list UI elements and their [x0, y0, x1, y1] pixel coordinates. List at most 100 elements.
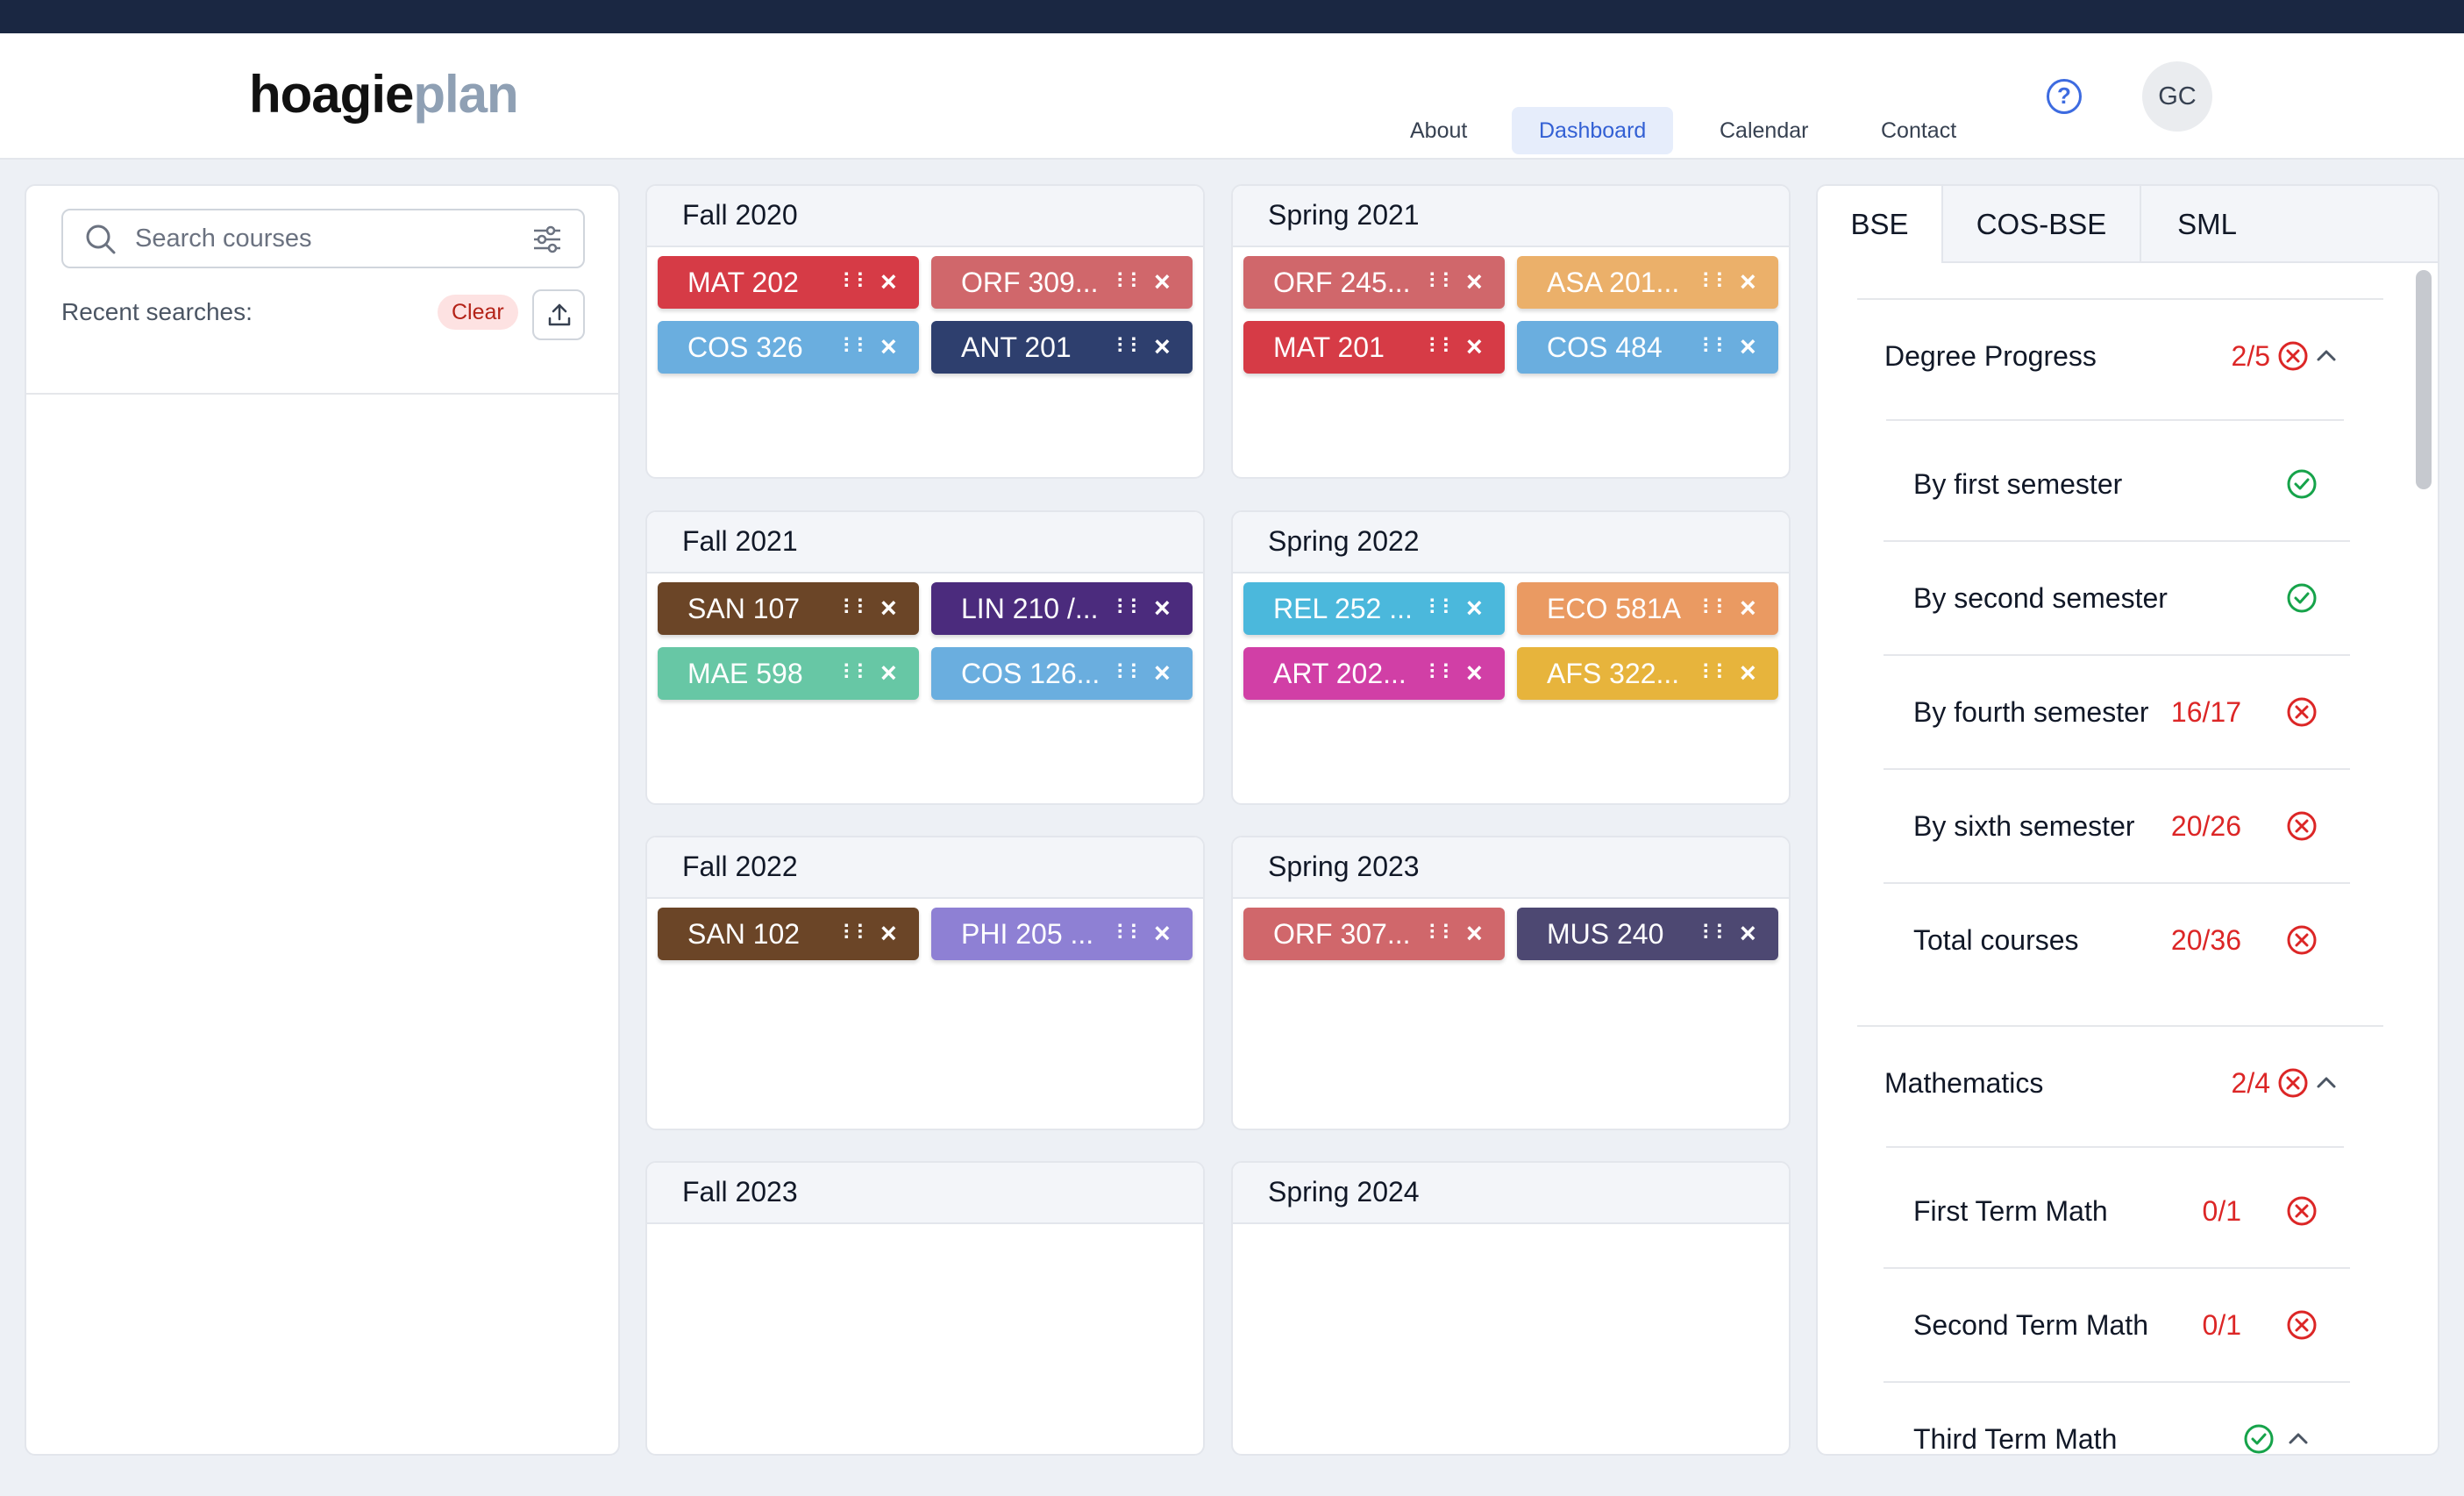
course-chip[interactable]: ART 202... ⠇⠇ ×	[1243, 647, 1505, 700]
remove-course-icon[interactable]: ×	[880, 582, 897, 633]
filter-settings-icon[interactable]	[531, 224, 563, 255]
course-chip[interactable]: COS 326 ⠇⠇ ×	[658, 321, 919, 374]
remove-course-icon[interactable]: ×	[1466, 908, 1483, 958]
course-chip[interactable]: ORF 309... ⠇⠇ ×	[931, 256, 1193, 309]
remove-course-icon[interactable]: ×	[880, 647, 897, 698]
course-code: ORF 309...	[961, 267, 1099, 298]
course-chip[interactable]: MAT 202 ⠇⠇ ×	[658, 256, 919, 309]
drag-handle-icon[interactable]: ⠇⠇	[1115, 582, 1144, 635]
remove-course-icon[interactable]: ×	[1740, 582, 1756, 633]
remove-course-icon[interactable]: ×	[1466, 582, 1483, 633]
remove-course-icon[interactable]: ×	[880, 321, 897, 372]
drag-handle-icon[interactable]: ⠇⠇	[1115, 908, 1144, 960]
requirements-scrollbar[interactable]	[2416, 270, 2432, 489]
drag-handle-icon[interactable]: ⠇⠇	[1115, 647, 1144, 700]
course-chip[interactable]: ORF 307... ⠇⠇ ×	[1243, 908, 1505, 960]
nav-calendar[interactable]: Calendar	[1692, 107, 1835, 154]
course-code: COS 484	[1547, 331, 1663, 363]
remove-course-icon[interactable]: ×	[1466, 321, 1483, 372]
drag-handle-icon[interactable]: ⠇⠇	[842, 582, 871, 635]
remove-course-icon[interactable]: ×	[1466, 647, 1483, 698]
requirement-item-label[interactable]: Second Term Math	[1913, 1309, 2148, 1342]
chevron-up-icon[interactable]	[2286, 1427, 2311, 1451]
drag-handle-icon[interactable]: ⠇⠇	[1428, 321, 1456, 374]
user-avatar[interactable]: GC	[2142, 61, 2212, 132]
course-chip[interactable]: ANT 201 ⠇⠇ ×	[931, 321, 1193, 374]
drag-handle-icon[interactable]: ⠇⠇	[842, 321, 871, 374]
search-input[interactable]: Search courses	[61, 209, 585, 268]
requirement-item-label[interactable]: By second semester	[1913, 582, 2168, 615]
drag-handle-icon[interactable]: ⠇⠇	[1428, 582, 1456, 635]
drag-handle-icon[interactable]: ⠇⠇	[842, 647, 871, 700]
drag-handle-icon[interactable]: ⠇⠇	[1428, 647, 1456, 700]
requirement-item-label[interactable]: Total courses	[1913, 924, 2079, 957]
course-chip[interactable]: ORF 245... ⠇⠇ ×	[1243, 256, 1505, 309]
drag-handle-icon[interactable]: ⠇⠇	[842, 256, 871, 309]
tab-bse[interactable]: BSE	[1818, 186, 1943, 263]
course-chip[interactable]: ASA 201... ⠇⠇ ×	[1517, 256, 1778, 309]
remove-course-icon[interactable]: ×	[1740, 908, 1756, 958]
requirement-section-title[interactable]: Mathematics	[1884, 1067, 2043, 1100]
app-logo[interactable]: hoagieplan	[249, 63, 519, 126]
course-code: ORF 307...	[1273, 918, 1411, 950]
nav-dashboard[interactable]: Dashboard	[1512, 107, 1674, 154]
course-chip[interactable]: MAT 201 ⠇⠇ ×	[1243, 321, 1505, 374]
course-code: COS 326	[687, 331, 803, 363]
drag-handle-icon[interactable]: ⠇⠇	[1701, 908, 1730, 960]
course-chip[interactable]: SAN 107 ⠇⠇ ×	[658, 582, 919, 635]
drag-handle-icon[interactable]: ⠇⠇	[1115, 256, 1144, 309]
upload-button[interactable]	[532, 289, 585, 340]
nav-contact[interactable]: Contact	[1854, 107, 1983, 154]
drag-handle-icon[interactable]: ⠇⠇	[1701, 256, 1730, 309]
drag-handle-icon[interactable]: ⠇⠇	[1428, 256, 1456, 309]
requirement-item-label[interactable]: First Term Math	[1913, 1195, 2108, 1228]
drag-handle-icon[interactable]: ⠇⠇	[1701, 647, 1730, 700]
requirement-item-label[interactable]: By fourth semester	[1913, 696, 2149, 729]
top-accent-bar	[0, 0, 2464, 33]
drag-handle-icon[interactable]: ⠇⠇	[1701, 321, 1730, 374]
drag-handle-icon[interactable]: ⠇⠇	[1701, 582, 1730, 635]
remove-course-icon[interactable]: ×	[880, 908, 897, 958]
chevron-up-icon[interactable]	[2314, 344, 2339, 368]
course-chip[interactable]: COS 484 ⠇⠇ ×	[1517, 321, 1778, 374]
semester-card: Fall 2021 SAN 107 ⠇⠇ × LIN 210 /... ⠇⠇ × MAE 59…	[645, 510, 1205, 805]
remove-course-icon[interactable]: ×	[1154, 908, 1171, 958]
course-code: ASA 201...	[1547, 267, 1680, 298]
chevron-up-icon[interactable]	[2314, 1071, 2339, 1095]
tab-sml[interactable]: SML	[2141, 186, 2273, 263]
requirement-divider	[1886, 419, 2344, 421]
course-chip[interactable]: AFS 322... ⠇⠇ ×	[1517, 647, 1778, 700]
course-chip[interactable]: REL 252 ... ⠇⠇ ×	[1243, 582, 1505, 635]
remove-course-icon[interactable]: ×	[1154, 582, 1171, 633]
clear-recent-button[interactable]: Clear	[438, 295, 518, 330]
drag-handle-icon[interactable]: ⠇⠇	[1115, 321, 1144, 374]
drag-handle-icon[interactable]: ⠇⠇	[1428, 908, 1456, 960]
requirement-item-count: 20/26	[2170, 810, 2241, 842]
remove-course-icon[interactable]: ×	[1740, 321, 1756, 372]
remove-course-icon[interactable]: ×	[1154, 321, 1171, 372]
requirement-item-label[interactable]: Third Term Math	[1913, 1423, 2117, 1454]
remove-course-icon[interactable]: ×	[1740, 647, 1756, 698]
course-chip[interactable]: SAN 102 ⠇⠇ ×	[658, 908, 919, 960]
course-chip[interactable]: ECO 581A ⠇⠇ ×	[1517, 582, 1778, 635]
course-chip[interactable]: COS 126... ⠇⠇ ×	[931, 647, 1193, 700]
remove-course-icon[interactable]: ×	[1466, 256, 1483, 307]
remove-course-icon[interactable]: ×	[880, 256, 897, 307]
requirement-item-label[interactable]: By first semester	[1913, 468, 2122, 501]
course-chip[interactable]: MAE 598 ⠇⠇ ×	[658, 647, 919, 700]
course-chip[interactable]: PHI 205 ... ⠇⠇ ×	[931, 908, 1193, 960]
remove-course-icon[interactable]: ×	[1740, 256, 1756, 307]
tab-cos-bse[interactable]: COS-BSE	[1943, 186, 2141, 263]
course-chip[interactable]: MUS 240 ⠇⠇ ×	[1517, 908, 1778, 960]
course-chip[interactable]: LIN 210 /... ⠇⠇ ×	[931, 582, 1193, 635]
remove-course-icon[interactable]: ×	[1154, 647, 1171, 698]
requirement-section-title[interactable]: Degree Progress	[1884, 340, 2097, 373]
remove-course-icon[interactable]: ×	[1154, 256, 1171, 307]
semester-card: Fall 2022 SAN 102 ⠇⠇ × PHI 205 ... ⠇⠇ ×	[645, 836, 1205, 1130]
requirement-divider	[1857, 298, 2383, 300]
nav-about[interactable]: About	[1383, 107, 1494, 154]
drag-handle-icon[interactable]: ⠇⠇	[842, 908, 871, 960]
requirement-item-label[interactable]: By sixth semester	[1913, 810, 2135, 843]
course-code: MAT 201	[1273, 331, 1385, 363]
help-icon[interactable]: ?	[2047, 79, 2082, 114]
